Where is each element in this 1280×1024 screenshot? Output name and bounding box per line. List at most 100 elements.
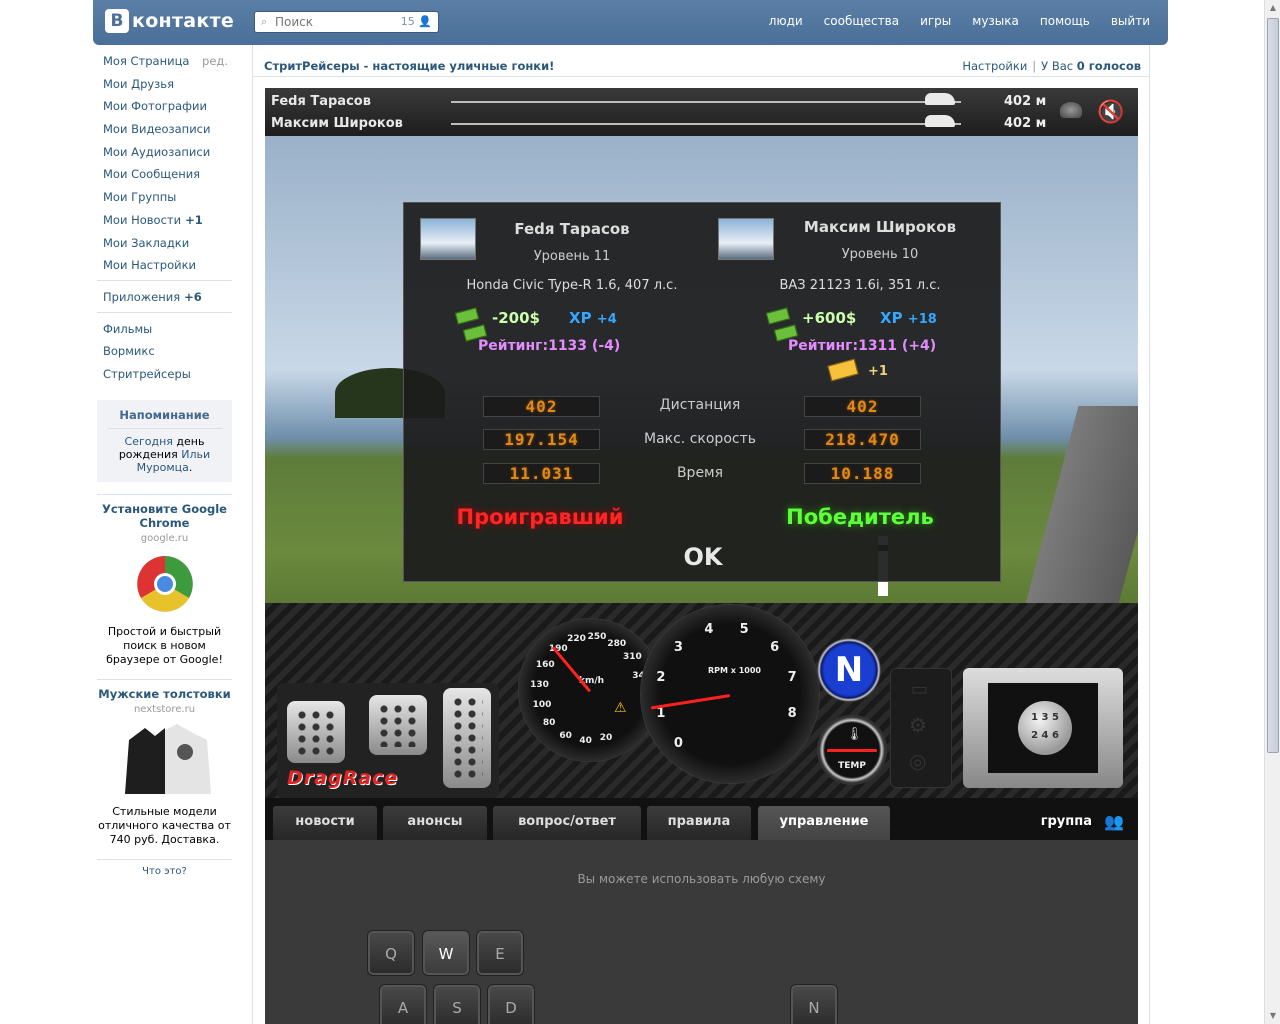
- player1-level: Уровень 11: [533, 249, 611, 264]
- ad-title[interactable]: Установите Google Chrome: [97, 502, 232, 530]
- nav-logout[interactable]: выйти: [1111, 14, 1150, 28]
- key-a[interactable]: A: [379, 984, 427, 1024]
- race-progress-bar: Fedя Тарасов 402 м Максим Широков 402 м …: [265, 88, 1138, 136]
- race-car-icon: [925, 93, 955, 105]
- chrome-logo-icon[interactable]: [135, 554, 195, 614]
- search-box[interactable]: ⌕ 15 👤: [254, 11, 439, 33]
- sidebar-item-friends[interactable]: Мои Друзья: [97, 73, 232, 96]
- player1-time-value: 11.031: [483, 463, 600, 484]
- player2-avatar[interactable]: [718, 218, 774, 260]
- sidebar-item-groups[interactable]: Мои Группы: [97, 186, 232, 209]
- key-s[interactable]: S: [433, 984, 481, 1024]
- gear-indicator-value: N: [834, 650, 864, 690]
- app-settings-link[interactable]: Настройки: [962, 59, 1027, 73]
- ad-title[interactable]: Мужские толстовки: [97, 687, 232, 701]
- game-canvas[interactable]: Fedя Тарасов 402 м Максим Широков 402 м …: [265, 88, 1138, 1024]
- shifter-knob-top: 1 3 5: [1031, 712, 1059, 723]
- key-d[interactable]: D: [487, 984, 535, 1024]
- player1-distance-value: 402: [483, 396, 600, 417]
- tab-faq[interactable]: вопрос/ответ: [493, 806, 641, 840]
- shifter-knob[interactable]: 1 3 5 2 4 6: [1018, 701, 1072, 755]
- key-w[interactable]: W: [422, 930, 470, 976]
- search-input[interactable]: [275, 15, 395, 29]
- player1-car: Honda Civic Type-R 1.6, 407 л.с.: [466, 278, 678, 293]
- player1-avatar[interactable]: [420, 218, 476, 260]
- player1-rating: Рейтинг:1133 (-4): [478, 338, 621, 354]
- sidebar-item-news[interactable]: Мои Новости +1: [97, 209, 232, 232]
- edit-link[interactable]: ред.: [202, 50, 232, 73]
- sidebar-item-audio[interactable]: Мои Аудиозаписи: [97, 141, 232, 164]
- user-icon: 👤: [418, 15, 432, 28]
- group-link[interactable]: группа: [1041, 814, 1092, 829]
- reminder-text: Сегодня день рождения Ильи Муромца.: [101, 435, 228, 474]
- sidebar-item-label: Вормикс: [103, 344, 155, 359]
- ad-chrome[interactable]: Установите Google Chrome google.ru Прост…: [97, 493, 232, 667]
- ok-button[interactable]: OK: [668, 541, 738, 573]
- tab-news[interactable]: новости: [273, 806, 377, 840]
- race-results-dialog: Fedя Тарасов Уровень 11 Honda Civic Type…: [403, 202, 1001, 582]
- sidebar-item-films[interactable]: Фильмы: [97, 318, 232, 341]
- scroll-up-arrow-icon[interactable]: ▲: [1266, 0, 1280, 16]
- search-icon: ⌕: [261, 15, 268, 28]
- scrollbar-thumb[interactable]: [1267, 18, 1279, 753]
- vk-logo[interactable]: В контакте: [105, 9, 234, 33]
- key-e[interactable]: E: [476, 930, 524, 976]
- hoodies-image[interactable]: [115, 722, 215, 794]
- player1-name[interactable]: Fedя Тарасов: [472, 220, 672, 238]
- sidebar-item-apps[interactable]: Приложения +6: [97, 286, 232, 309]
- search-user-count: 15 👤: [401, 15, 432, 28]
- race-player-name: Максим Широков: [271, 116, 403, 131]
- speedometer-tick-label: 60: [559, 730, 572, 741]
- group-icon[interactable]: 👥: [1104, 812, 1128, 832]
- nav-people[interactable]: люди: [769, 14, 803, 28]
- ad-domain: nextstore.ru: [133, 703, 196, 715]
- sidebar-item-settings[interactable]: Мои Настройки: [97, 254, 232, 277]
- gear-shifter[interactable]: 1 3 5 2 4 6: [963, 668, 1123, 788]
- tab-rules[interactable]: правила: [647, 806, 751, 840]
- race-car-icon: [925, 115, 955, 127]
- nav-communities[interactable]: сообщества: [824, 14, 899, 28]
- sidebar-item-label: Стритрейсеры: [103, 366, 191, 381]
- vk-logo-letter: В: [105, 9, 129, 33]
- search-count-value: 15: [400, 15, 415, 28]
- nav-games[interactable]: игры: [920, 14, 951, 28]
- sidebar-item-photos[interactable]: Мои Фотографии: [97, 95, 232, 118]
- race-row-player1: Fedя Тарасов 402 м: [271, 90, 1131, 112]
- votes-link[interactable]: 0 голосов: [1077, 59, 1141, 73]
- player1-xp: XP +4: [569, 309, 617, 327]
- ad-hoodies[interactable]: Мужские толстовки nextstore.ru Стильные …: [97, 678, 232, 847]
- shifter-knob-bottom: 2 4 6: [1031, 730, 1059, 741]
- scroll-down-arrow-icon[interactable]: ▼: [1266, 1008, 1280, 1024]
- speedometer-tick-label: 40: [579, 735, 592, 746]
- brake-pedal[interactable]: [369, 695, 427, 755]
- sidebar-item-videos[interactable]: Мои Видеозаписи: [97, 118, 232, 141]
- nav-help[interactable]: помощь: [1040, 14, 1090, 28]
- app-title[interactable]: СтритРейсеры - настоящие уличные гонки!: [264, 59, 554, 73]
- key-n[interactable]: N: [790, 984, 838, 1024]
- sidebar-item-wormix[interactable]: Вормикс: [97, 340, 232, 363]
- header-divider: [253, 76, 1150, 77]
- reminder-end: .: [188, 460, 193, 474]
- key-q[interactable]: Q: [367, 930, 415, 976]
- sidebar-divider: [97, 311, 232, 313]
- nav-music[interactable]: музыка: [972, 14, 1019, 28]
- what-is-this-link[interactable]: Что это?: [97, 858, 232, 877]
- tab-controls[interactable]: управление: [758, 806, 890, 840]
- warning-lights-panel: ▭ ⚙ ◎: [890, 668, 952, 788]
- sidebar-item-messages[interactable]: Мои Сообщения: [97, 163, 232, 186]
- sidebar-item-label: Мои Сообщения: [103, 167, 201, 182]
- sound-off-icon[interactable]: 🔇: [1097, 100, 1129, 126]
- sidebar-item-my-page[interactable]: Моя Страница ред.: [97, 50, 232, 73]
- sidebar-item-bookmarks[interactable]: Мои Закладки: [97, 232, 232, 255]
- sidebar-item-label: Приложения: [103, 289, 181, 304]
- tab-announcements[interactable]: анонсы: [383, 806, 487, 840]
- player2-name[interactable]: Максим Широков: [780, 218, 980, 236]
- stat-label-maxspeed: Макс. скорость: [644, 431, 756, 447]
- reminder-today-link[interactable]: Сегодня: [125, 435, 173, 448]
- sidebar-item-streetracers[interactable]: Стритрейсеры: [97, 363, 232, 386]
- controls-hint: Вы можете использовать любую схему: [577, 872, 826, 886]
- page-scrollbar[interactable]: ▲ ▼: [1264, 0, 1280, 1024]
- gas-pedal[interactable]: [443, 688, 491, 788]
- clutch-pedal[interactable]: [287, 701, 345, 763]
- camera-icon[interactable]: [1060, 102, 1082, 118]
